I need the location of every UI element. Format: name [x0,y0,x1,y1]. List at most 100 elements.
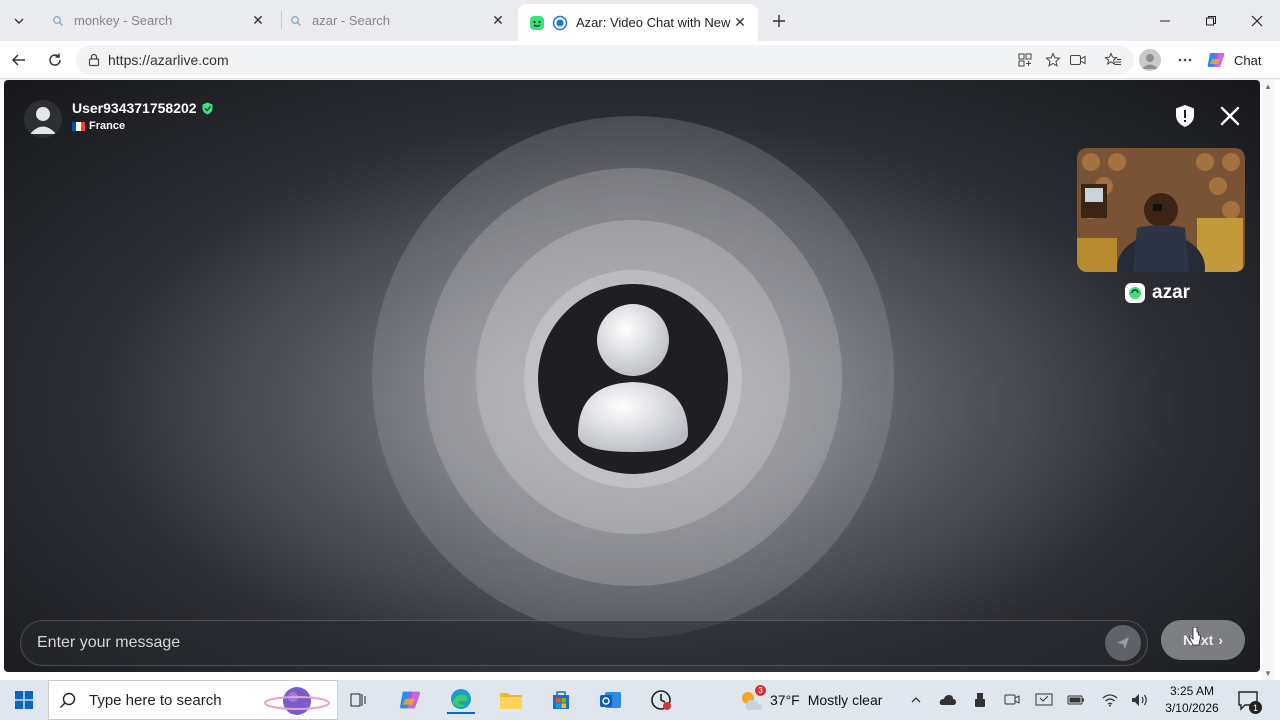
microsoft-store-button[interactable] [547,686,575,714]
weather-widget[interactable]: 3 37°F Mostly clear [738,680,882,720]
temperature: 37°F [770,692,800,708]
copilot-icon [400,691,420,709]
url-text: https://azarlive.com [108,52,229,68]
scroll-up-arrow-icon[interactable]: ▲ [1264,82,1272,91]
message-composer [20,620,1148,666]
volume-icon[interactable] [1130,690,1150,710]
video-stage: User934371758202 France azar Enter your … [4,80,1260,672]
tab-azar-video-chat[interactable]: Azar: Video Chat with New Pe ✕ [518,4,758,41]
person-icon [578,304,688,452]
send-arrow-icon [1117,637,1129,649]
system-clock[interactable]: 3:25 AM 3/10/2026 [1160,683,1224,717]
new-tab-button[interactable] [766,8,792,34]
brand-name: azar [1152,282,1191,303]
windows-logo-icon [15,691,33,709]
edge-browser-icon [451,689,471,709]
task-view-button[interactable] [345,686,373,714]
france-flag-icon [72,121,85,131]
azar-logo-icon [1125,283,1145,303]
next-button[interactable]: Next › [1161,620,1245,660]
recording-app-button[interactable] [647,686,675,714]
azar-page: User934371758202 France azar Enter your … [0,80,1280,680]
tab-monkey-search[interactable]: monkey - Search ✕ [40,6,276,35]
refresh-icon [49,53,61,66]
verified-badge-icon [202,102,213,114]
display-settings-icon[interactable] [1034,690,1054,710]
folder-icon [500,693,522,709]
screen-recorder-icon [651,690,671,710]
close-icon[interactable] [1218,104,1242,128]
weather-icon: 3 [738,685,766,713]
wifi-icon[interactable] [1100,690,1120,710]
record-indicator-icon [552,15,568,31]
notification-center-button[interactable]: 1 [1236,688,1262,714]
site-info-icon[interactable] [86,52,102,68]
close-window-button[interactable] [1244,8,1270,34]
tab-title: monkey - Search [74,13,173,28]
peer-profile-picture[interactable] [24,100,62,138]
restore-button[interactable] [1198,8,1224,34]
notification-count-badge: 1 [1249,701,1262,714]
azar-logo: azar [1124,282,1190,304]
peer-info: User934371758202 France [24,100,214,138]
store-bag-icon [553,691,569,709]
more-options-icon[interactable] [1173,48,1197,72]
close-tab-icon[interactable]: ✕ [732,14,748,31]
weather-alert-badge: 3 [755,685,766,696]
peer-country: France [89,120,126,132]
message-input[interactable] [37,634,1105,652]
mouse-pointer-icon [1189,627,1201,646]
close-icon [1251,15,1263,27]
onedrive-cloud-icon[interactable] [938,690,958,710]
plus-icon [773,15,785,27]
minimize-button[interactable] [1152,8,1178,34]
windows-taskbar: Type here to search 3 37°F Mostly clear … [0,680,1280,720]
restore-icon [1206,16,1216,26]
browser-toolbar: https://azarlive.com Chat [0,41,1280,79]
chat-label: Chat [1234,52,1262,68]
camera-in-use-icon[interactable] [1066,48,1090,72]
file-explorer-button[interactable] [497,686,525,714]
browser-tab-strip: monkey - Search ✕ azar - Search ✕ Azar: … [0,0,1280,41]
taskbar-search-box[interactable]: Type here to search [48,680,338,720]
back-button[interactable] [6,47,32,73]
outlook-button[interactable] [597,686,625,714]
edge-taskbar-button[interactable] [447,686,475,714]
search-highlight-planet-icon [264,687,330,715]
person-icon [30,107,56,134]
show-hidden-icons-chevron-icon[interactable] [906,690,926,710]
tab-azar-search[interactable]: azar - Search ✕ [278,6,516,35]
tab-actions-menu-button[interactable] [6,8,32,34]
address-bar[interactable]: https://azarlive.com [76,45,1134,75]
copilot-taskbar-button[interactable] [396,686,424,714]
search-icon [60,692,76,708]
profile-avatar[interactable] [1139,49,1161,71]
page-scrollbar[interactable]: ▲ ▼ [1262,80,1274,680]
favorite-star-icon[interactable] [1041,48,1065,72]
send-button[interactable] [1105,625,1141,661]
clock-time: 3:25 AM [1169,684,1215,698]
start-button[interactable] [10,686,38,714]
favorites-icon[interactable] [1101,48,1125,72]
battery-icon[interactable] [1066,690,1086,710]
search-icon [50,13,66,29]
chevron-down-icon [14,18,24,24]
usb-device-icon[interactable] [970,690,990,710]
meet-now-icon[interactable] [1002,690,1022,710]
close-tab-icon[interactable]: ✕ [250,12,266,29]
weather-condition: Mostly clear [807,692,883,708]
report-shield-icon[interactable] [1174,104,1196,128]
peer-username: User934371758202 [72,100,197,116]
arrow-left-icon [11,54,25,66]
azar-face-icon [528,15,546,31]
tab-title: Azar: Video Chat with New Pe [576,15,732,30]
copilot-chat-button[interactable]: Chat [1206,47,1261,73]
scroll-down-arrow-icon[interactable]: ▼ [1264,669,1272,678]
close-tab-icon[interactable]: ✕ [490,12,506,29]
tab-title: azar - Search [312,13,391,28]
app-available-icon[interactable] [1013,48,1037,72]
mail-icon [600,692,621,708]
refresh-button[interactable] [42,47,68,73]
search-placeholder: Type here to search [89,691,222,709]
peer-avatar-placeholder [538,284,728,474]
